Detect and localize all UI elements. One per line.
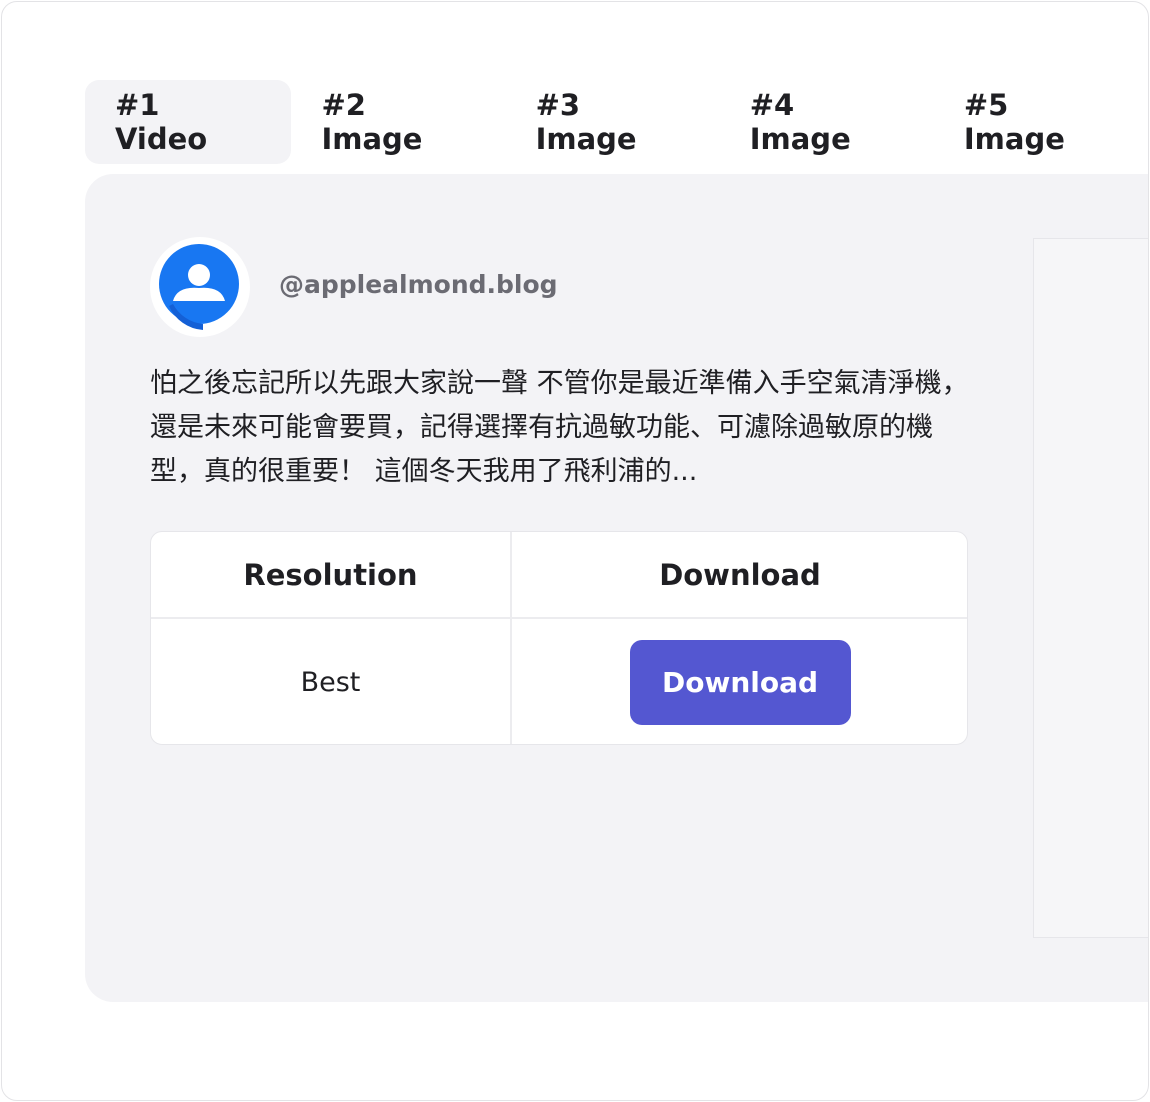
media-tabs: #1 Video #2 Image #3 Image #4 Image #5 I… bbox=[85, 80, 1148, 164]
tab-4-image[interactable]: #4 Image bbox=[720, 80, 934, 164]
avatar bbox=[150, 237, 250, 337]
resolution-header: Resolution bbox=[243, 558, 418, 592]
resolution-cell: Best bbox=[300, 666, 361, 698]
media-panel: @applealmond.blog 怕之後忘記所以先跟大家說一聲 不管你是最近準… bbox=[85, 174, 1148, 1002]
tab-3-image[interactable]: #3 Image bbox=[506, 80, 720, 164]
username[interactable]: @applealmond.blog bbox=[279, 270, 558, 299]
preview-card bbox=[1033, 238, 1148, 938]
download-table: Resolution Download Best Download bbox=[150, 531, 968, 745]
page-frame: #1 Video #2 Image #3 Image #4 Image #5 I… bbox=[1, 1, 1149, 1101]
post-caption: 怕之後忘記所以先跟大家說一聲 不管你是最近準備入手空氣清淨機，還是未來可能會要買… bbox=[150, 368, 969, 487]
tab-5-image[interactable]: #5 Image bbox=[934, 80, 1148, 164]
user-avatar-icon bbox=[159, 244, 239, 330]
download-button[interactable]: Download bbox=[629, 639, 851, 725]
tab-1-video[interactable]: #1 Video bbox=[85, 80, 292, 164]
download-header: Download bbox=[659, 558, 821, 592]
tab-2-image[interactable]: #2 Image bbox=[291, 80, 505, 164]
download-cell: Download bbox=[512, 618, 967, 744]
